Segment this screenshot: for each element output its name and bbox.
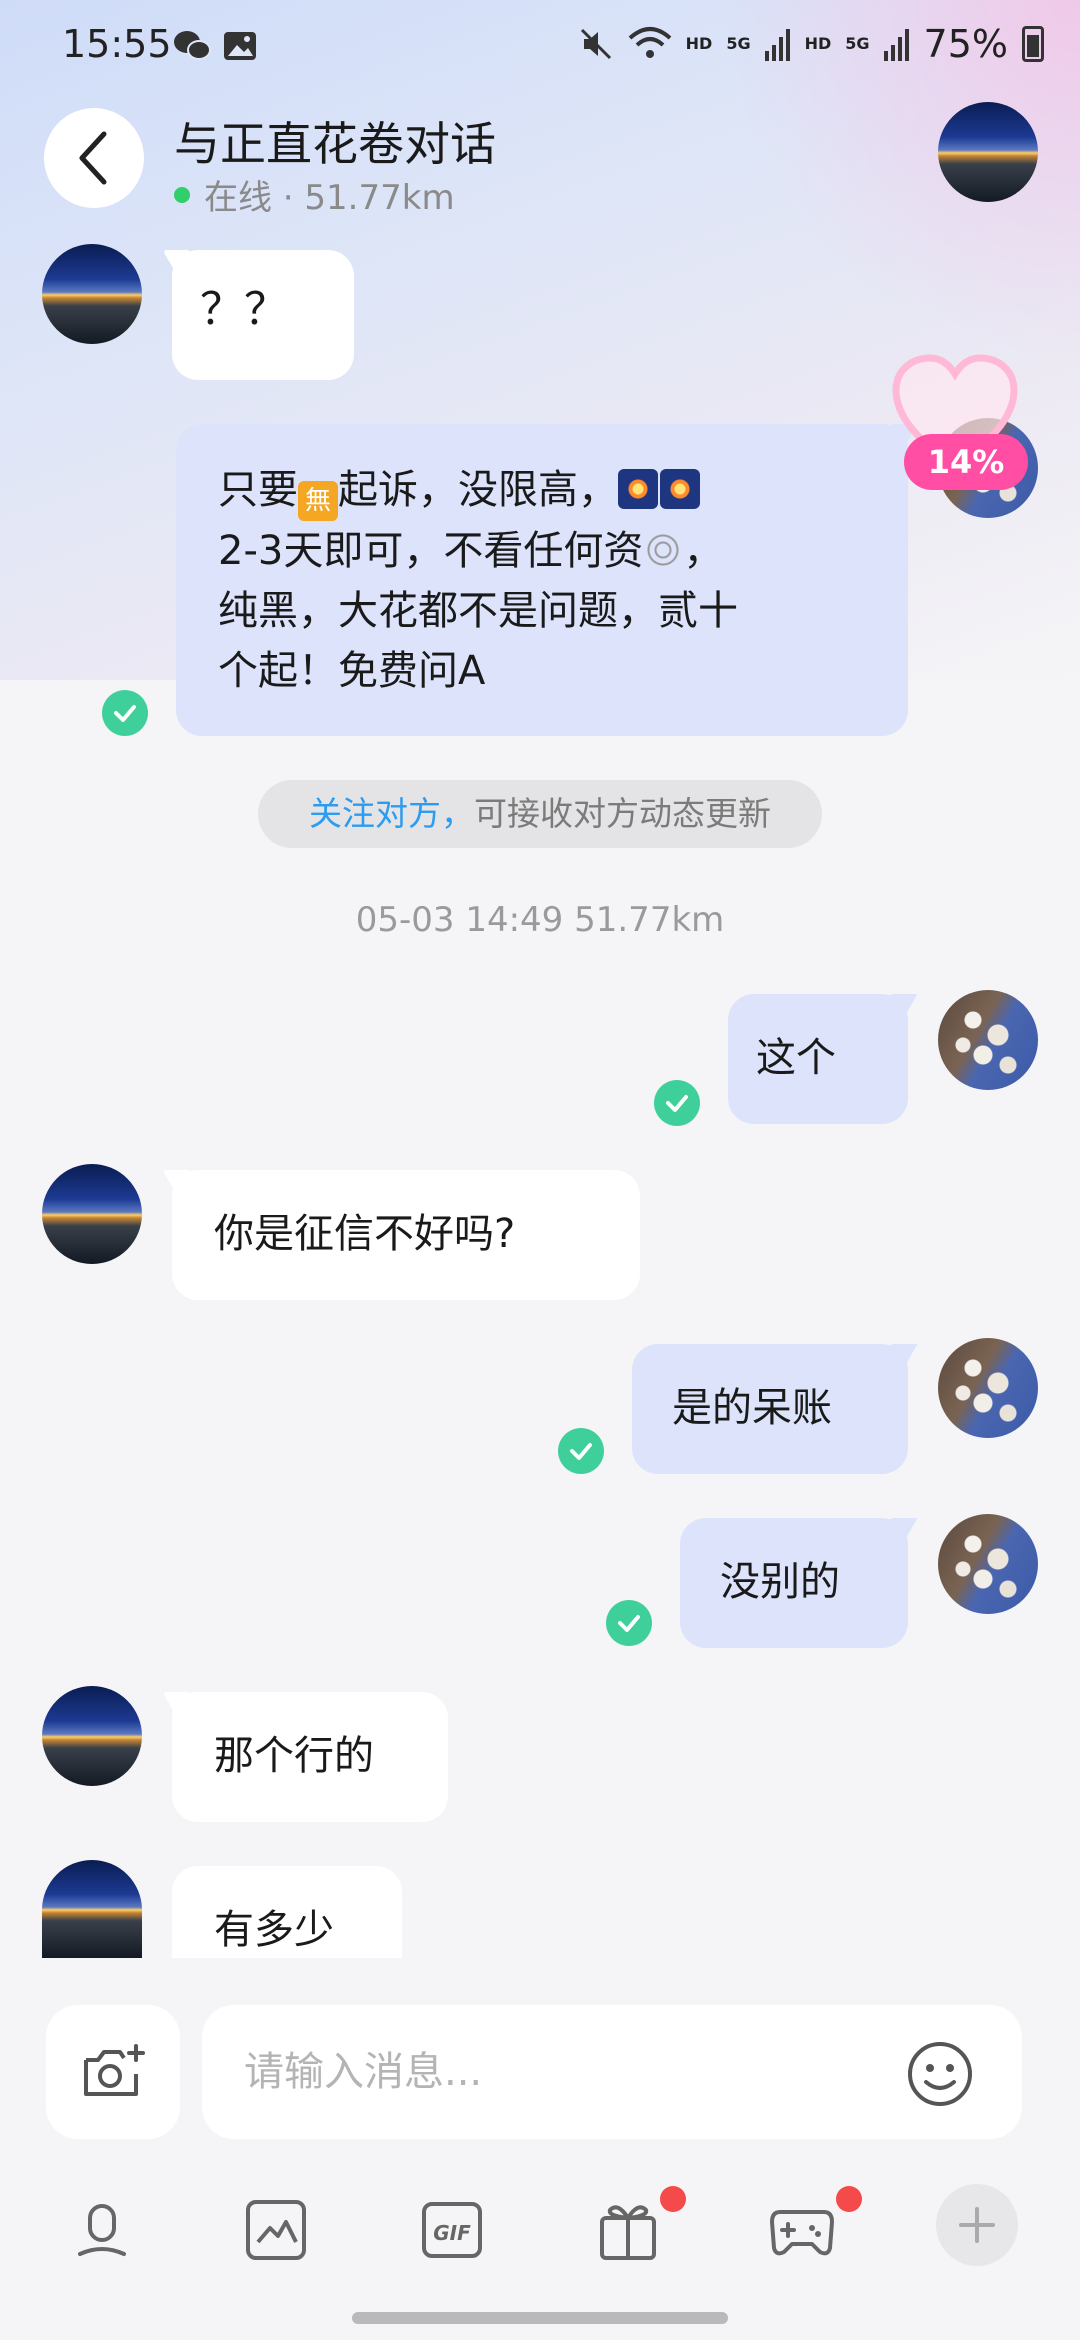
message-text-part: 只要 (218, 467, 298, 513)
read-check-icon (654, 1080, 700, 1126)
my-avatar[interactable] (938, 1338, 1038, 1438)
camera-icon (84, 2044, 145, 2096)
message-text: 有多少 (214, 1907, 334, 1953)
chat-header: 与正直花卷对话 在线 · 51.77km (0, 100, 1080, 220)
status-time: 15:55 (62, 22, 172, 66)
status-right: HD 5G HD 5G 75% (578, 22, 1044, 66)
message-bubble[interactable]: ？？ (172, 250, 354, 380)
status-bar: 15:55 HD 5G HD 5G 75% (0, 0, 1080, 100)
message-text: 这个 (756, 1035, 836, 1081)
chat-toolbar: GIF (0, 2180, 1080, 2280)
message-text-part: 纯黑，大花都不是问题，贰十 (218, 588, 738, 634)
hd-label: HD (804, 34, 832, 53)
hd-label: HD (685, 34, 713, 53)
message-text: ？？ (200, 284, 288, 335)
partner-avatar[interactable] (42, 1164, 142, 1264)
my-avatar[interactable] (938, 990, 1038, 1090)
svg-text:GIF: GIF (433, 2221, 471, 2245)
read-check-icon (606, 1600, 652, 1646)
home-indicator[interactable] (352, 2312, 728, 2324)
plus-icon (959, 2207, 995, 2243)
game-button[interactable] (766, 2194, 838, 2266)
my-avatar[interactable] (938, 1514, 1038, 1614)
image-button[interactable] (240, 2194, 312, 2266)
chevron-left-icon (79, 131, 107, 185)
game-notification-dot (836, 2186, 862, 2212)
message-text: 你是征信不好吗? (214, 1211, 516, 1257)
battery-icon (1022, 26, 1044, 62)
wechat-icon (174, 31, 211, 60)
gift-icon (600, 2205, 656, 2260)
follow-link[interactable]: 关注对方， (309, 794, 474, 833)
gift-button[interactable] (592, 2194, 664, 2266)
read-check-icon (102, 690, 148, 736)
net-label: 5G (845, 34, 870, 53)
fireworks-icon (660, 469, 700, 509)
message-timestamp: 05-03 14:49 51.77km (355, 900, 725, 940)
gift-notification-dot (660, 2186, 686, 2212)
online-status-text: 在线 · 51.77km (204, 178, 455, 218)
message-input[interactable] (202, 2005, 1022, 2139)
battery-percent: 75% (923, 22, 1008, 66)
message-text-part: 2-3天即可，不看任何资 (218, 528, 644, 574)
message-bubble[interactable]: 这个 (728, 994, 908, 1124)
message-text: 只要無起诉，没限高， 2-3天即可，不看任何资 ， 纯黑，大花都不是问题，贰十 个… (218, 460, 866, 701)
message-text-part: 起诉，没限高， (338, 467, 618, 513)
message-text: 没别的 (720, 1559, 840, 1605)
partner-avatar[interactable] (938, 102, 1038, 202)
page-title: 与正直花卷对话 (174, 117, 496, 171)
wifi-icon (628, 27, 671, 58)
more-button[interactable] (936, 2184, 1018, 2266)
partner-avatar[interactable] (42, 1860, 142, 1958)
spider-web-icon (643, 530, 684, 570)
follow-notice[interactable]: 关注对方，可接收对方动态更新 (258, 780, 822, 848)
image-icon (246, 2200, 306, 2260)
online-status: 在线 · 51.77km (174, 170, 455, 219)
back-button[interactable] (44, 108, 144, 208)
voice-button[interactable] (66, 2194, 138, 2266)
wu-emoji-icon: 無 (298, 481, 338, 521)
message-bubble[interactable]: 只要無起诉，没限高， 2-3天即可，不看任何资 ， 纯黑，大花都不是问题，贰十 个… (176, 424, 908, 736)
net-label: 5G (726, 34, 751, 53)
game-icon (770, 2210, 834, 2256)
fireworks-icon (618, 469, 658, 509)
message-bubble[interactable]: 那个行的 (172, 1692, 448, 1822)
message-composer (0, 1960, 1080, 2160)
message-text-part: ， (683, 528, 724, 574)
partner-avatar[interactable] (42, 1686, 142, 1786)
read-check-icon (558, 1428, 604, 1474)
intimacy-percent-badge[interactable]: 14% (904, 434, 1028, 490)
signal-icon (764, 29, 790, 61)
voice-icon (78, 2204, 126, 2256)
gif-icon: GIF (422, 2202, 482, 2258)
message-text-part: 个起！免费问A (218, 648, 486, 694)
message-bubble[interactable]: 有多少 (172, 1866, 402, 1958)
message-text: 是的呆账 (672, 1385, 832, 1431)
partner-avatar[interactable] (42, 244, 142, 344)
signal-icon (883, 29, 909, 61)
mute-icon (580, 28, 611, 60)
gallery-icon (224, 32, 256, 60)
message-bubble[interactable]: 是的呆账 (632, 1344, 908, 1474)
message-bubble[interactable]: 你是征信不好吗? (172, 1170, 640, 1300)
online-dot (174, 186, 190, 203)
message-bubble[interactable]: 没别的 (680, 1518, 908, 1648)
message-text: 那个行的 (214, 1733, 374, 1779)
follow-notice-text: 可接收对方动态更新 (474, 794, 771, 833)
emoji-icon[interactable] (906, 2040, 974, 2108)
gif-button[interactable]: GIF (416, 2194, 488, 2266)
camera-button[interactable] (46, 2005, 180, 2139)
